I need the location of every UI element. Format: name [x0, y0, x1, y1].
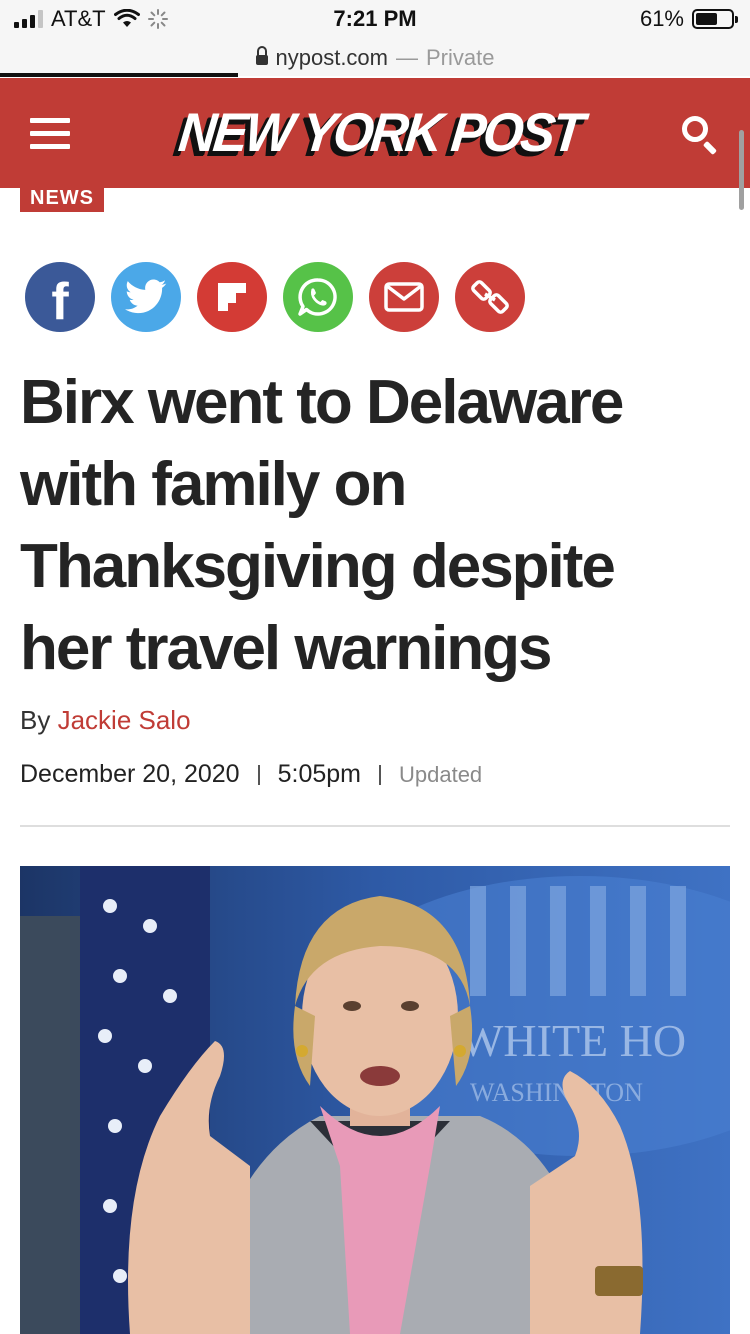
facebook-icon: f [51, 273, 69, 331]
divider [378, 764, 381, 785]
facebook-share-button[interactable]: f [25, 262, 95, 332]
battery-icon [692, 9, 738, 29]
headline-line: Thanksgiving despite [20, 532, 616, 601]
flipboard-share-button[interactable] [197, 262, 267, 332]
url-separator: — [396, 45, 418, 70]
hamburger-menu-icon[interactable] [30, 118, 70, 152]
headline-line: her travel warnings [20, 614, 553, 683]
twitter-bird-icon [125, 279, 167, 314]
article-headline: Birx went to Delaware with family on Tha… [20, 362, 720, 690]
whatsapp-icon [298, 278, 337, 316]
private-mode-label: Private [426, 45, 495, 70]
updated-label[interactable]: Updated [399, 762, 482, 788]
copy-link-share-button[interactable] [455, 262, 525, 332]
divider [257, 764, 260, 785]
author-link[interactable]: Jackie Salo [58, 705, 191, 735]
press-briefing-photo: WHITE HO WASHINGTON [20, 866, 730, 1334]
byline: By Jackie Salo [20, 705, 191, 736]
search-icon[interactable] [680, 114, 720, 156]
headline-line: Birx went to Delaware [20, 368, 624, 437]
headline-line: with family on [20, 450, 407, 519]
link-icon [471, 280, 509, 314]
photo-backdrop-subtext: WASHINGTON [470, 1078, 643, 1107]
publish-time: 5:05pm [277, 760, 361, 788]
section-tag[interactable]: NEWS [20, 188, 104, 212]
share-bar: f [25, 262, 525, 332]
battery-percent: 61% [639, 6, 684, 31]
logo-text: NEW YORK POST [175, 102, 585, 164]
clock: 7:21 PM [333, 6, 417, 31]
url-bar[interactable]: nypost.com — Private [0, 40, 750, 76]
scrollbar[interactable] [739, 130, 744, 210]
whatsapp-share-button[interactable] [283, 262, 353, 332]
page-load-progress [0, 73, 238, 77]
lock-icon [255, 46, 268, 67]
envelope-icon [384, 282, 424, 312]
publish-date: December 20, 2020 [20, 760, 240, 788]
publish-info: December 20, 2020 5:05pm Updated [20, 760, 482, 789]
photo-backdrop-text: WHITE HO [460, 1015, 686, 1066]
status-bar: AT&T 7:21 PM 61% [0, 0, 750, 40]
byline-prefix: By [20, 705, 51, 735]
email-share-button[interactable] [369, 262, 439, 332]
section-divider [20, 825, 730, 827]
twitter-share-button[interactable] [111, 262, 181, 332]
status-right: 61% [639, 6, 738, 32]
site-logo[interactable]: NEW YORK POST [150, 96, 610, 170]
site-header: NEW YORK POST [0, 78, 750, 188]
url-domain: nypost.com [275, 45, 389, 70]
flipboard-icon [218, 283, 246, 311]
article-photo[interactable]: WHITE HO WASHINGTON [20, 866, 730, 1334]
